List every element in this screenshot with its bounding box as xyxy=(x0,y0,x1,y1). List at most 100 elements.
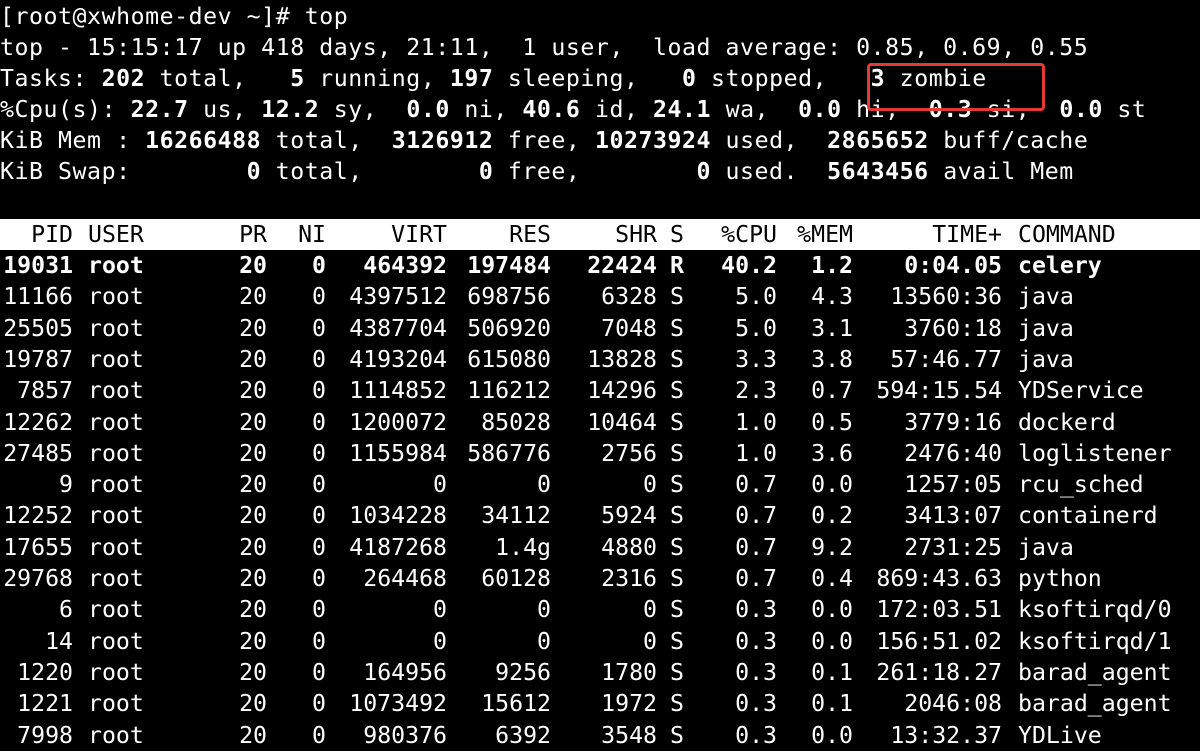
cell-user: root xyxy=(88,345,144,373)
cpu-segment: 0.0 xyxy=(798,96,842,123)
cell-pr: 20 xyxy=(239,252,267,279)
tasks-segment: 0 xyxy=(682,65,697,92)
cell-mem: 0.0 xyxy=(811,471,853,499)
cell-s: S xyxy=(670,533,684,561)
cell-ni: 0 xyxy=(312,658,326,686)
tasks-segment: Tasks: xyxy=(0,65,102,92)
table-row: 25505 root 20 0 4387704 506920 7048 S 5.0 3.1 3760… xyxy=(0,313,1200,344)
cell-cpu: 5.0 xyxy=(735,314,777,342)
cell-mem: 0.4 xyxy=(811,565,853,592)
cell-res: 197484 xyxy=(467,252,551,279)
cell-pid: 1220 xyxy=(17,658,73,686)
cell-ni: 0 xyxy=(312,408,326,436)
cell-pid: 27485 xyxy=(3,439,73,467)
cell-user: root xyxy=(88,314,144,342)
cell-ni: 0 xyxy=(312,565,326,592)
cell-virt: 0 xyxy=(433,471,447,499)
mem-segment: total, xyxy=(261,127,392,154)
tasks-segment: stopped, xyxy=(696,65,871,92)
cpu-segment: hi, xyxy=(841,96,929,123)
cell-command: ksoftirqd/1 xyxy=(1018,627,1172,655)
cell-pr: 20 xyxy=(239,408,267,436)
table-row: 9 root 20 0 0 0 0 S 0.7 0.0 1257:05 rcu_sched xyxy=(0,469,1200,500)
cell-pid: 17655 xyxy=(3,533,73,561)
tasks-segment: total, xyxy=(145,65,291,92)
cell-time: 3413:07 xyxy=(904,502,1002,530)
cell-pr: 20 xyxy=(239,721,267,749)
column-header-s: S xyxy=(670,221,684,248)
swap-segment: 0 xyxy=(696,158,712,185)
cpu-segment: 0.0 xyxy=(406,96,450,123)
cell-shr: 22424 xyxy=(587,252,657,279)
cell-cpu: 0.3 xyxy=(735,721,777,749)
cell-res: 1.4g xyxy=(495,533,551,561)
cell-ni: 0 xyxy=(312,690,326,718)
cell-user: root xyxy=(88,502,144,530)
cell-mem: 3.1 xyxy=(811,314,853,342)
cell-shr: 14296 xyxy=(587,377,657,405)
cell-pr: 20 xyxy=(239,502,267,530)
mem-segment: free, xyxy=(493,127,595,154)
cpu-segment: 40.6 xyxy=(522,96,581,123)
cell-cpu: 0.7 xyxy=(735,471,777,499)
cell-virt: 1073492 xyxy=(349,690,447,718)
mem-segment: KiB Mem : xyxy=(0,127,146,154)
cell-user: root xyxy=(88,565,144,592)
cell-cpu: 0.3 xyxy=(735,658,777,686)
cell-res: 506920 xyxy=(467,314,551,342)
cell-pr: 20 xyxy=(239,471,267,499)
cell-command: containerd xyxy=(1018,502,1158,530)
cell-shr: 1972 xyxy=(601,690,657,718)
column-header-mem: %MEM xyxy=(797,221,853,248)
cpu-segment: 24.1 xyxy=(653,96,712,123)
tasks-segment: 5 xyxy=(290,65,305,92)
cell-time: 3779:16 xyxy=(904,408,1002,436)
cell-s: S xyxy=(670,408,684,436)
tasks-line: Tasks: 202 total, 5 running, 197 sleepin… xyxy=(0,63,987,94)
table-row: 12252 root 20 0 1034228 34112 5924 S 0.7 0.2 3413:… xyxy=(0,500,1200,531)
cell-pr: 20 xyxy=(239,690,267,718)
cell-ni: 0 xyxy=(312,252,326,279)
table-row: 12262 root 20 0 1200072 85028 10464 S 1.0 0.5 3779… xyxy=(0,407,1200,438)
cell-virt: 4397512 xyxy=(349,283,447,311)
cell-command: python xyxy=(1018,565,1102,592)
cell-cpu: 1.0 xyxy=(735,439,777,467)
cell-command: dockerd xyxy=(1018,408,1116,436)
cell-time: 57:46.77 xyxy=(890,345,1002,373)
mem-segment: 3126912 xyxy=(391,127,494,154)
cpu-segment: id, xyxy=(580,96,654,123)
swap-line: KiB Swap: 0 total, 0 free, 0 used. 56434… xyxy=(0,156,1074,187)
cell-shr: 10464 xyxy=(587,408,657,436)
swap-segment: avail Mem xyxy=(928,158,1074,185)
cell-mem: 4.3 xyxy=(811,283,853,311)
process-table-header: PID USER PR NI VIRT RES SHR S %CPU %MEM TIME+ COMMA… xyxy=(0,219,1200,250)
cell-res: 34112 xyxy=(481,502,551,530)
cell-mem: 0.1 xyxy=(811,690,853,718)
swap-segment: free, xyxy=(493,158,697,185)
cell-command: celery xyxy=(1018,252,1102,279)
cell-s: S xyxy=(670,658,684,686)
tasks-segment: sleeping, xyxy=(493,65,683,92)
swap-segment: total, xyxy=(261,158,479,185)
cell-shr: 1780 xyxy=(601,658,657,686)
cell-virt: 164956 xyxy=(363,658,447,686)
cell-pid: 7857 xyxy=(17,377,73,405)
tasks-segment: 202 xyxy=(101,65,146,92)
cell-user: root xyxy=(88,471,144,499)
cell-res: 0 xyxy=(537,596,551,624)
cell-mem: 0.0 xyxy=(811,596,853,624)
cell-command: YDLive xyxy=(1018,721,1102,749)
cell-pr: 20 xyxy=(239,596,267,624)
column-header-time: TIME+ xyxy=(932,221,1002,248)
cell-cpu: 0.7 xyxy=(735,502,777,530)
table-row: 7998 root 20 0 980376 6392 3548 S 0.3 0.0 13:32.37… xyxy=(0,720,1200,751)
cell-command: barad_agent xyxy=(1018,658,1172,686)
tasks-segment: running, xyxy=(304,65,450,92)
cell-shr: 6328 xyxy=(601,283,657,311)
cell-virt: 1114852 xyxy=(349,377,447,405)
cpu-segment: 12.2 xyxy=(261,96,320,123)
cell-pr: 20 xyxy=(239,658,267,686)
cpu-segment: st xyxy=(1102,96,1147,123)
cell-shr: 2316 xyxy=(601,565,657,592)
cell-res: 85028 xyxy=(481,408,551,436)
